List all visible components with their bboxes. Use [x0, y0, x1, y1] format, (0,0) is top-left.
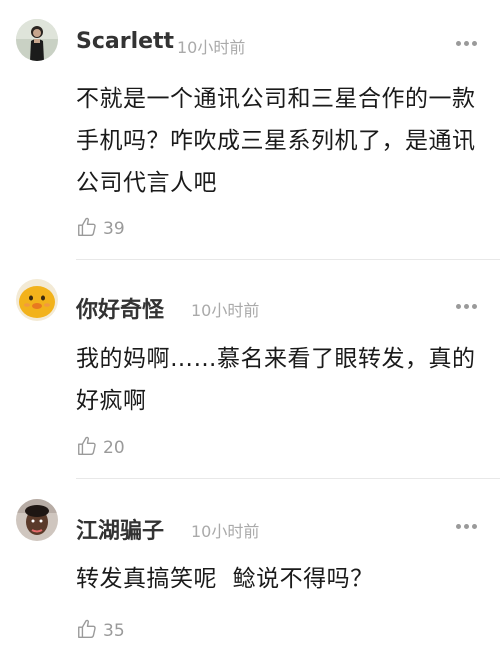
thumbs-up-icon: [78, 217, 96, 236]
avatar[interactable]: [16, 279, 58, 321]
comment-item: Scarlett 10小时前 不就是一个通讯公司和三星合作的一款手机吗？咋吹成三…: [0, 0, 500, 260]
avatar[interactable]: [16, 499, 58, 541]
more-options-icon[interactable]: [456, 524, 478, 530]
like-count: 35: [103, 621, 125, 641]
thumbs-up-icon: [78, 436, 96, 455]
like-button[interactable]: 35: [76, 614, 125, 640]
timestamp: 10小时前: [177, 38, 246, 57]
like-button[interactable]: 39: [76, 212, 125, 238]
comment-item: 江湖骗子 10小时前 转发真搞笑呢 鲶说不得吗？ 35: [0, 479, 500, 657]
timestamp: 10小时前: [191, 522, 260, 541]
like-count: 39: [103, 219, 125, 239]
comment-item: 你好奇怪 10小时前 我的妈啊……慕名来看了眼转发，真的好疯啊 20: [0, 260, 500, 478]
timestamp: 10小时前: [191, 301, 260, 320]
username[interactable]: 江湖骗子: [76, 513, 164, 545]
username[interactable]: 你好奇怪: [76, 292, 164, 324]
like-button[interactable]: 20: [76, 431, 125, 457]
avatar[interactable]: [16, 19, 58, 61]
comment-text: 我的妈啊……慕名来看了眼转发，真的好疯啊: [76, 346, 476, 414]
comment-text: 转发真搞笑呢 鲶说不得吗？: [76, 566, 374, 592]
username[interactable]: Scarlett: [76, 29, 174, 54]
child-photo-avatar-icon: [16, 499, 58, 541]
yellow-duck-avatar-icon: [16, 279, 58, 321]
like-count: 20: [103, 438, 125, 458]
woman-photo-avatar-icon: [16, 19, 58, 61]
more-options-icon[interactable]: [456, 41, 478, 47]
more-options-icon[interactable]: [456, 304, 478, 310]
thumbs-up-icon: [78, 619, 96, 638]
comment-text: 不就是一个通讯公司和三星合作的一款手机吗？咋吹成三星系列机了，是通讯公司代言人吧: [76, 86, 476, 196]
